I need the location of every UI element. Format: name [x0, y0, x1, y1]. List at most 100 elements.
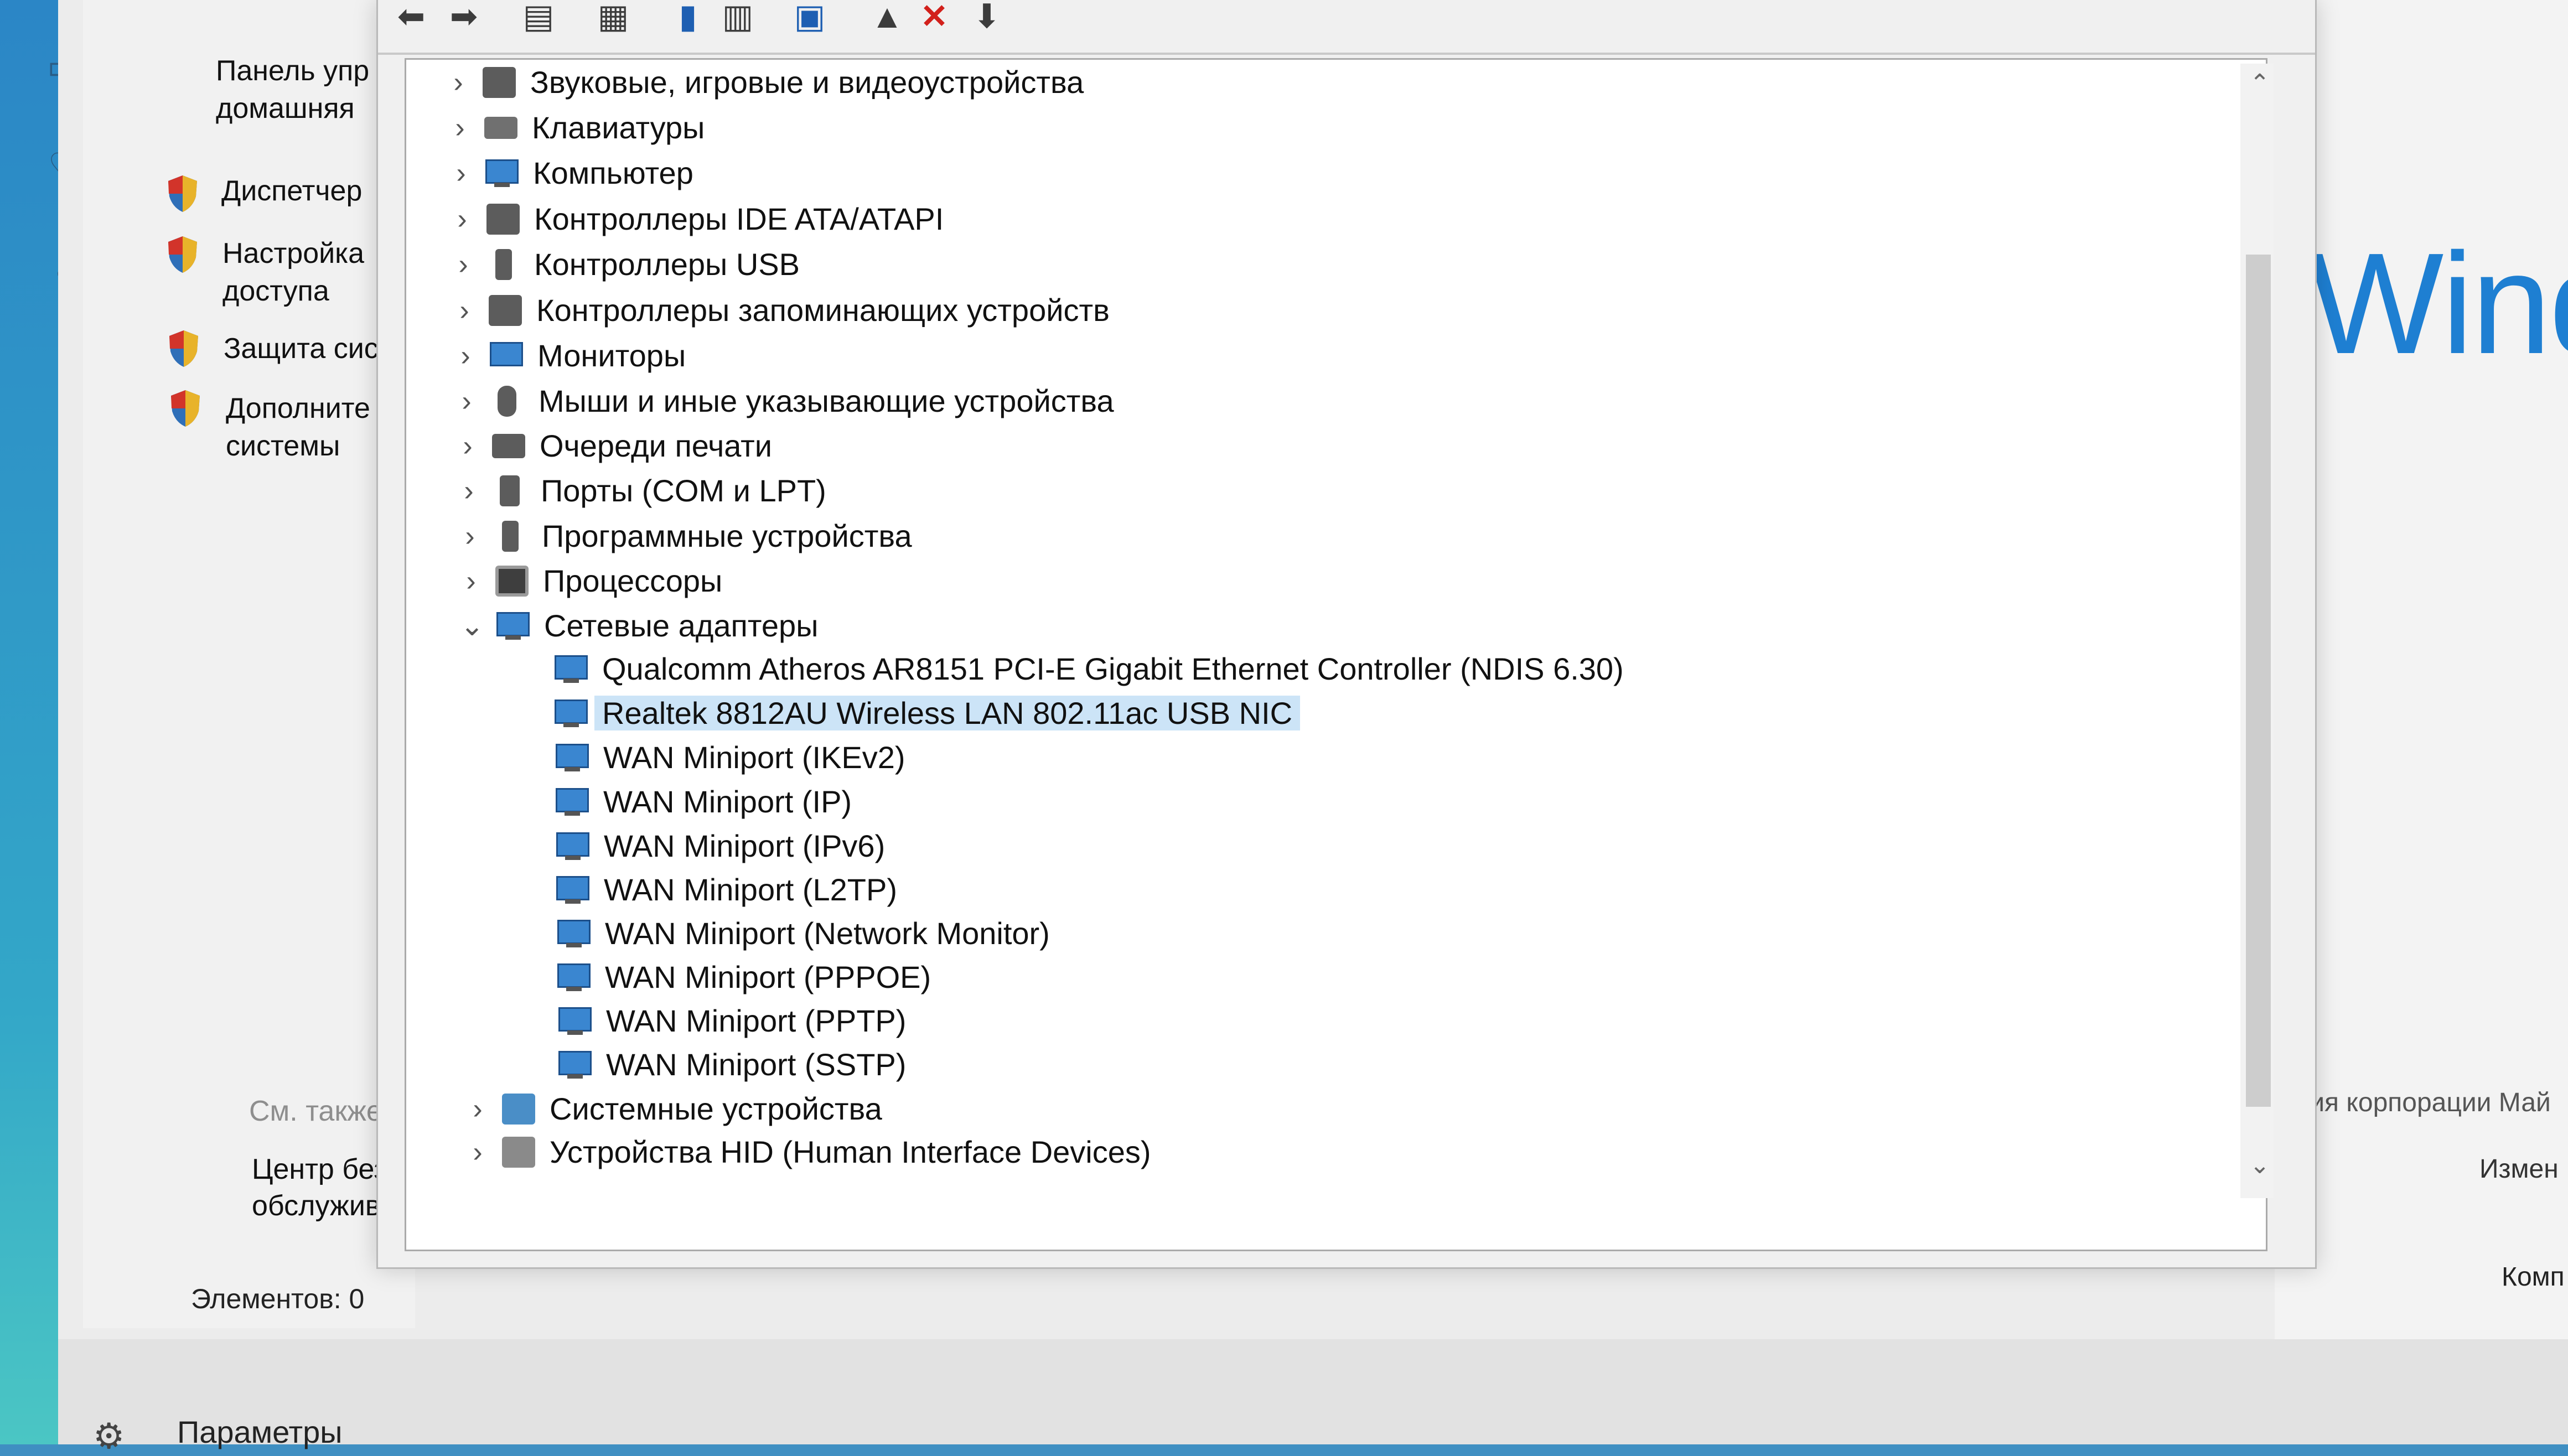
chevron-right-icon[interactable]: › — [461, 1087, 494, 1131]
tree-device-wan-ip[interactable]: WAN Miniport (IP) — [548, 778, 852, 822]
category-label: Звуковые, игровые и видеоустройства — [530, 65, 1084, 100]
network-adapter-icon — [494, 610, 531, 642]
usb-icon — [495, 249, 512, 281]
tree-category-mice[interactable]: › Мыши и иные указывающие устройства — [450, 377, 1114, 421]
network-adapter-icon — [556, 1049, 593, 1081]
settings-link[interactable]: Параметры — [177, 1414, 343, 1450]
chevron-right-icon[interactable]: › — [447, 242, 480, 287]
category-label: Мыши и иные указывающие устройства — [539, 384, 1114, 419]
tree-device-wan-sstp[interactable]: WAN Miniport (SSTP) — [551, 1040, 906, 1085]
tree-category-print-queues[interactable]: › Очереди печати — [451, 422, 772, 466]
uninstall-device-icon[interactable]: ✕ — [912, 0, 956, 33]
category-label: Компьютер — [533, 156, 693, 191]
chevron-right-icon[interactable]: › — [444, 151, 478, 195]
properties-icon[interactable]: ▦ — [591, 0, 635, 33]
copyright-text: ения корпорации Май — [2280, 1088, 2551, 1117]
windows-logo-text: Wind — [2308, 224, 2568, 384]
chevron-right-icon[interactable]: › — [448, 288, 481, 333]
scroll-down-icon[interactable]: ⌄ — [2246, 1151, 2274, 1179]
tree-device-realtek-8812au[interactable]: Realtek 8812AU Wireless LAN 802.11ac USB… — [547, 689, 1301, 733]
chevron-right-icon[interactable]: › — [461, 1130, 494, 1174]
tree-category-system-devices[interactable]: › Системные устройства — [461, 1085, 882, 1129]
help-icon[interactable]: ▮ — [666, 0, 710, 33]
system-devices-icon — [502, 1094, 535, 1125]
chevron-right-icon[interactable]: › — [452, 469, 485, 513]
tree-device-wan-pppoe[interactable]: WAN Miniport (PPPOE) — [550, 953, 931, 997]
category-label: Порты (COM и LPT) — [541, 473, 826, 509]
tree-device-qualcomm-atheros[interactable]: Qualcomm Atheros AR8151 PCI-E Gigabit Et… — [547, 645, 1624, 689]
tree-category-ide[interactable]: › Контроллеры IDE ATA/ATAPI — [446, 195, 944, 239]
scan-hardware-icon[interactable]: ▣ — [788, 0, 832, 33]
chevron-right-icon[interactable]: › — [454, 559, 488, 603]
toolbar: ⬅ ➡ ▤ ▦ ▮ ▥ ▣ ▲ ✕ ⬇ — [378, 0, 2315, 55]
network-adapter-icon — [553, 742, 590, 774]
left-strip: ▭ ♡ ♣ — [0, 0, 80, 1444]
show-hide-tree-icon[interactable]: ▤ — [516, 0, 561, 33]
chevron-right-icon[interactable]: › — [443, 106, 477, 150]
category-label: Клавиатуры — [532, 110, 705, 146]
tree-category-storage[interactable]: › Контроллеры запоминающих устройств — [448, 286, 1110, 330]
network-adapter-icon — [553, 786, 590, 818]
tree-device-wan-ikev2[interactable]: WAN Miniport (IKEv2) — [548, 733, 905, 778]
device-manager-window: ⬅ ➡ ▤ ▦ ▮ ▥ ▣ ▲ ✕ ⬇ ⌃ ⌄ › Звуковые, игров… — [376, 0, 2317, 1269]
tree-device-wan-pptp[interactable]: WAN Miniport (PPTP) — [551, 997, 906, 1041]
device-label: WAN Miniport (PPPOE) — [605, 960, 931, 995]
scroll-up-icon[interactable]: ⌃ — [2246, 69, 2274, 97]
tree-category-software-devices[interactable]: › Программные устройства — [453, 512, 912, 556]
update-driver-icon[interactable]: ▲ — [865, 0, 909, 33]
download-driver-icon[interactable]: ⬇ — [965, 0, 1009, 33]
change-settings-link[interactable]: Измен — [2479, 1154, 2559, 1184]
tree-category-monitors[interactable]: › Мониторы — [449, 331, 686, 376]
tree-device-wan-ipv6[interactable]: WAN Miniport (IPv6) — [548, 822, 885, 866]
chevron-right-icon[interactable]: › — [453, 514, 486, 558]
shield-icon — [167, 329, 200, 368]
forward-arrow-icon[interactable]: ➡ — [442, 0, 486, 33]
tree-category-processors[interactable]: › Процессоры — [454, 557, 722, 601]
chevron-right-icon[interactable]: › — [442, 60, 475, 105]
tree-category-computer[interactable]: › Компьютер — [444, 149, 693, 193]
chevron-right-icon[interactable]: › — [451, 424, 484, 468]
tree-category-sound[interactable]: › Звуковые, игровые и видеоустройства — [442, 58, 1084, 102]
gear-icon[interactable]: ⚙ — [93, 1417, 132, 1455]
processor-icon — [495, 566, 529, 597]
category-label: Программные устройства — [542, 519, 912, 554]
chevron-down-icon[interactable]: ⌄ — [455, 604, 489, 648]
shield-icon — [166, 174, 199, 213]
tree-category-usb[interactable]: › Контроллеры USB — [447, 240, 800, 284]
tree-category-ports[interactable]: › Порты (COM и LPT) — [452, 467, 826, 511]
chevron-right-icon[interactable]: › — [450, 379, 483, 423]
network-adapter-icon — [554, 830, 591, 862]
device-label: WAN Miniport (PPTP) — [606, 1003, 907, 1039]
system-info-panel — [2275, 0, 2568, 1444]
port-icon — [500, 475, 520, 507]
storage-controller-icon — [489, 295, 522, 327]
status-item-count: Элементов: 0 — [191, 1283, 365, 1314]
chevron-right-icon[interactable]: › — [446, 197, 479, 241]
category-label: Системные устройства — [550, 1091, 882, 1127]
back-arrow-icon[interactable]: ⬅ — [389, 0, 433, 33]
device-label: WAN Miniport (IKEv2) — [603, 740, 905, 775]
ide-controller-icon — [486, 204, 520, 235]
tree-device-wan-l2tp[interactable]: WAN Miniport (L2TP) — [548, 866, 897, 910]
tree-category-hid[interactable]: › Устройства HID (Human Interface Devices… — [461, 1128, 1151, 1172]
network-adapter-icon — [552, 653, 589, 685]
network-adapter-icon — [554, 874, 591, 906]
computer-link[interactable]: Комп — [2502, 1262, 2565, 1292]
tree-device-wan-network-monitor[interactable]: WAN Miniport (Network Monitor) — [550, 909, 1050, 954]
view-pane-icon[interactable]: ▥ — [716, 0, 760, 33]
tree-category-network-adapters[interactable]: ⌄ Сетевые адаптеры — [455, 602, 818, 646]
chevron-right-icon[interactable]: › — [449, 334, 482, 378]
category-label: Контроллеры IDE ATA/ATAPI — [534, 201, 944, 237]
category-label: Контроллеры USB — [534, 247, 800, 282]
category-label: Сетевые адаптеры — [544, 608, 819, 644]
network-adapter-icon — [552, 697, 589, 729]
computer-icon — [483, 157, 520, 189]
monitor-icon — [488, 340, 524, 372]
category-label: Очереди печати — [540, 428, 773, 464]
tree-category-keyboards[interactable]: › Клавиатуры — [443, 103, 705, 148]
device-label: WAN Miniport (L2TP) — [604, 872, 898, 908]
scrollbar-thumb[interactable] — [2246, 255, 2271, 1107]
device-label: WAN Miniport (IP) — [603, 784, 852, 820]
category-label: Устройства HID (Human Interface Devices) — [550, 1134, 1151, 1170]
device-label: WAN Miniport (IPv6) — [604, 828, 886, 864]
